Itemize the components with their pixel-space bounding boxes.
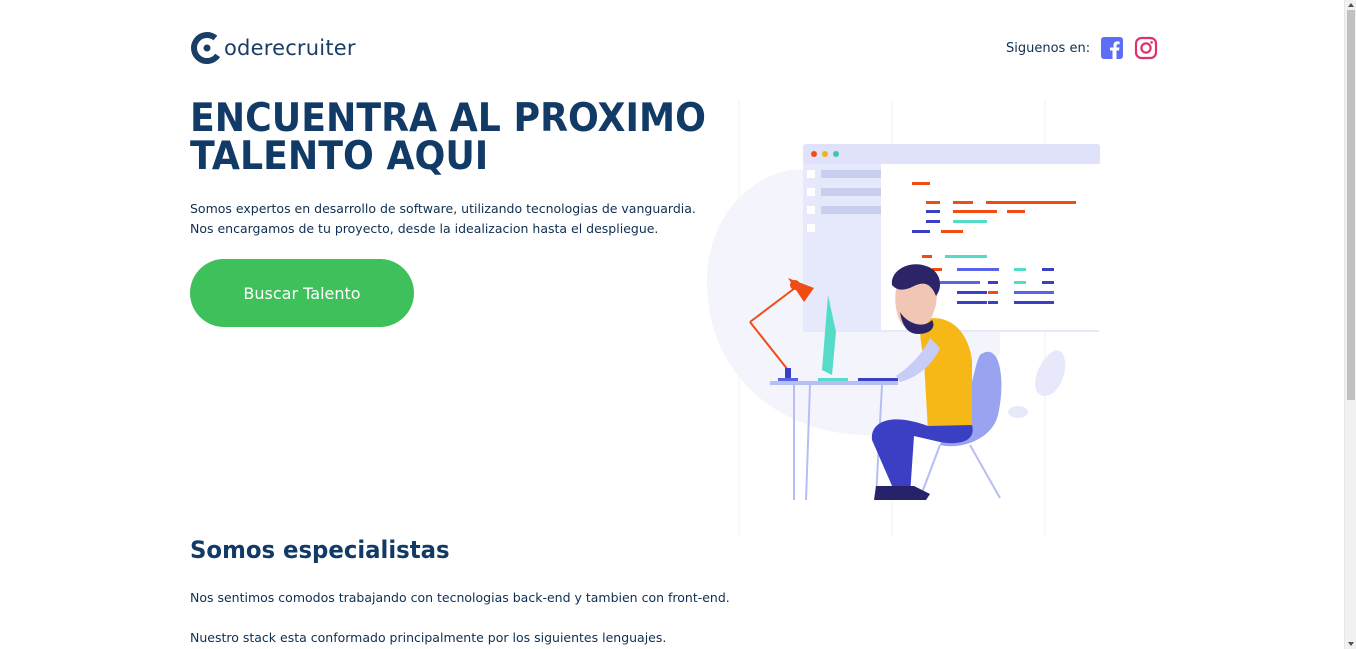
hero-desc-line1: Somos expertos en desarrollo de software…: [190, 201, 696, 216]
section-title-especialistas: Somos especialistas: [190, 536, 450, 564]
logo[interactable]: oderecruiter: [190, 29, 356, 67]
vertical-scrollbar[interactable]: [1344, 0, 1356, 649]
scrollbar-thumb[interactable]: [1347, 10, 1355, 400]
hero-title-line2: TALENTO AQUI: [190, 134, 489, 179]
hero-title: ENCUENTRA AL PROXIMO TALENTO AQUI: [190, 99, 711, 179]
section-paragraph-1: Nos sentimos comodos trabajando con tecn…: [190, 590, 730, 605]
scroll-down-arrow-icon[interactable]: [1348, 642, 1354, 646]
developer-illustration: [706, 100, 1100, 536]
instagram-icon[interactable]: [1134, 36, 1158, 60]
buscar-talento-button[interactable]: Buscar Talento: [190, 259, 414, 327]
logo-text: oderecruiter: [224, 36, 356, 60]
hero-desc-line2: Nos encargamos de tu proyecto, desde la …: [190, 221, 659, 236]
landing-page: oderecruiter Siguenos en: ENCUENTRA AL P…: [0, 0, 1344, 649]
section-paragraph-2: Nuestro stack esta conformado principalm…: [190, 630, 667, 645]
social-label: Siguenos en:: [1006, 40, 1091, 56]
scroll-up-arrow-icon[interactable]: [1348, 3, 1354, 7]
logo-c-icon: [191, 32, 223, 64]
hero-description: Somos expertos en desarrollo de software…: [190, 199, 730, 239]
social-links: Siguenos en:: [1006, 36, 1158, 60]
facebook-icon[interactable]: [1100, 36, 1124, 60]
